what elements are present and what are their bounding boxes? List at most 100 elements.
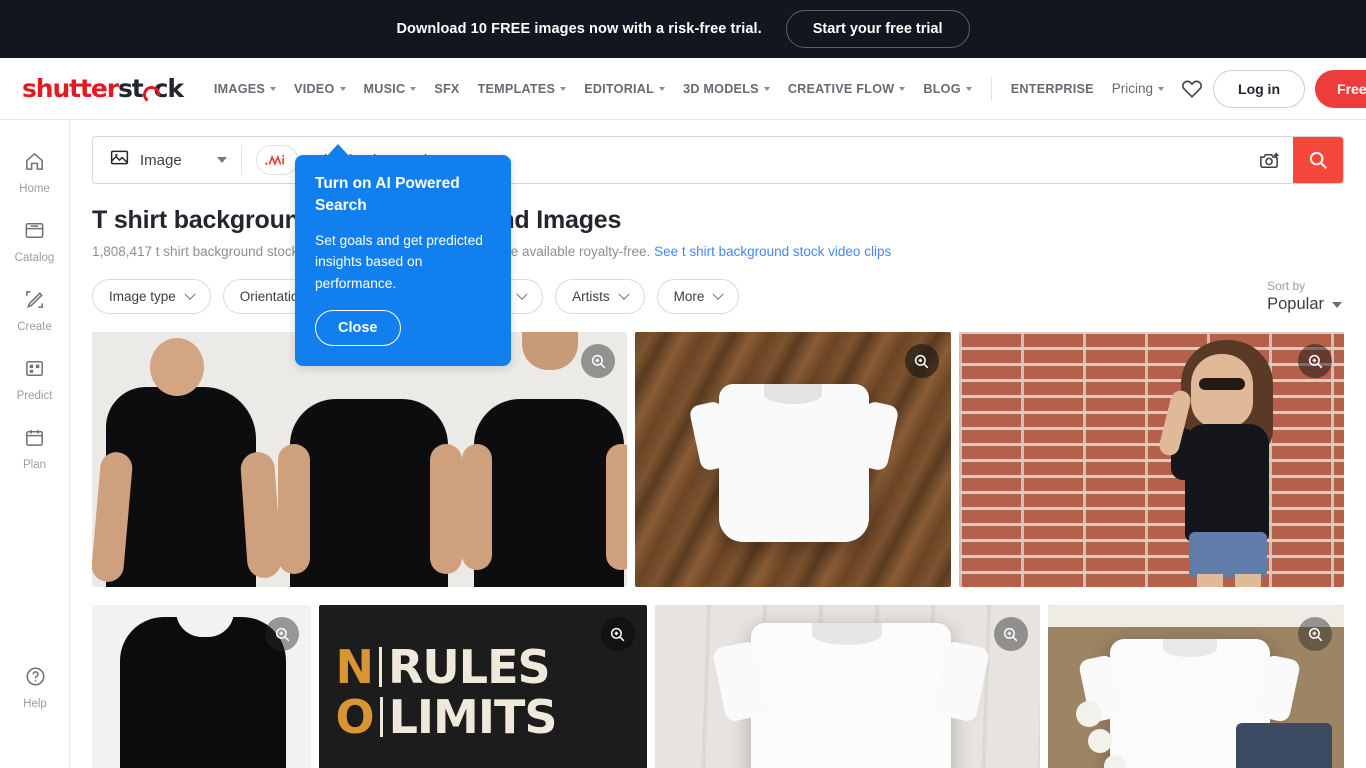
tooltip-close-button[interactable]: Close	[315, 310, 401, 347]
chevron-down-icon	[899, 87, 906, 91]
filter-label: More	[673, 289, 705, 304]
asset-type-dropdown[interactable]: Image	[93, 137, 241, 183]
result-card-three-men-black-tshirts[interactable]	[92, 332, 628, 587]
start-free-trial-button[interactable]: Start your free trial	[785, 10, 970, 48]
asset-type-label: Image	[140, 151, 182, 169]
chevron-down-icon	[1158, 87, 1165, 91]
main-nav: IMAGES VIDEO MUSIC SFX TEMPLATES EDITORI…	[205, 73, 1173, 104]
poster-text: N RULES O LIMITS	[335, 639, 631, 744]
sort-by-value: Popular	[1267, 295, 1324, 313]
nav-item-video[interactable]: VIDEO	[285, 74, 354, 104]
ai-search-tooltip: Turn on AI Powered Search Set goals and …	[295, 143, 511, 367]
poster-line-1: N RULES	[336, 639, 631, 694]
nav-item-sfx[interactable]: SFX	[425, 74, 468, 104]
chevron-down-icon	[659, 87, 666, 91]
zoom-preview-button[interactable]	[265, 617, 300, 651]
nav-item-images[interactable]: IMAGES	[205, 74, 285, 104]
sidebar-item-plan[interactable]: Plan	[0, 414, 70, 483]
nav-label: TEMPLATES	[477, 81, 556, 96]
reverse-image-search-button[interactable]	[1245, 149, 1293, 172]
result-card-black-tshirt-closeup[interactable]	[92, 605, 312, 768]
sort-by-label: Sort by	[1267, 279, 1306, 293]
zoom-preview-button[interactable]	[904, 344, 939, 378]
nav-item-pricing[interactable]: Pricing	[1103, 73, 1173, 104]
nav-label: IMAGES	[213, 81, 266, 96]
filter-artists[interactable]: Artists	[555, 279, 645, 314]
result-thumbnail	[654, 605, 1040, 768]
nav-item-templates[interactable]: TEMPLATES	[469, 74, 576, 104]
result-thumbnail	[958, 332, 1344, 587]
filter-image-type[interactable]: Image type	[92, 279, 211, 314]
nav-item-editorial[interactable]: EDITORIAL	[575, 74, 674, 104]
sidebar-item-create[interactable]: Create	[0, 276, 70, 345]
nav-divider	[990, 76, 992, 101]
chevron-down-icon	[763, 87, 770, 91]
zoom-preview-button[interactable]	[600, 617, 635, 651]
ai-search-toggle[interactable]	[256, 145, 298, 175]
nav-item-blog[interactable]: BLOG	[914, 74, 980, 104]
results-grid-row-2: N RULES O LIMITS	[70, 605, 1366, 768]
tooltip-title: Turn on AI Powered Search	[315, 175, 460, 215]
poster-divider	[379, 696, 383, 737]
shutterstock-logo[interactable]: shutterst ck	[22, 74, 184, 103]
result-thumbnail	[635, 332, 951, 587]
filter-bar: Image type Orientation Color People Arti…	[70, 259, 1366, 314]
nav-label: Pricing	[1111, 81, 1154, 96]
search-bar: Image	[92, 136, 1344, 184]
free-trial-button[interactable]: Free t	[1315, 69, 1366, 108]
poster-word: RULES	[388, 639, 551, 694]
poster-word: LIMITS	[388, 689, 558, 744]
nav-label: ENTERPRISE	[1010, 81, 1094, 96]
sidebar-item-catalog[interactable]: Catalog	[0, 207, 70, 276]
logo-part-2: st	[117, 74, 144, 103]
nav-item-3d-models[interactable]: 3D MODELS	[674, 74, 779, 104]
filter-label: Image type	[109, 289, 176, 304]
nav-label: CREATIVE FLOW	[787, 81, 895, 96]
sidebar-item-predict[interactable]: Predict	[0, 345, 70, 414]
poster-divider	[379, 646, 383, 687]
sidebar-item-label: Home	[19, 183, 50, 195]
sidebar-item-help[interactable]: Help	[0, 653, 70, 722]
result-card-white-tshirt-wood[interactable]	[635, 332, 951, 587]
video-clips-link[interactable]: See t shirt background stock video clips	[654, 244, 891, 259]
chevron-down-icon	[560, 87, 567, 91]
result-thumbnail	[92, 332, 628, 587]
logo-part-1: shutter	[22, 74, 119, 103]
sidebar-item-label: Plan	[22, 459, 47, 471]
predict-icon	[23, 357, 46, 385]
filter-more[interactable]: More	[656, 279, 740, 314]
zoom-preview-button[interactable]	[1298, 344, 1332, 378]
nav-label: EDITORIAL	[584, 81, 655, 96]
poster-word: O	[335, 689, 375, 744]
chevron-down-icon	[618, 288, 630, 300]
zoom-preview-button[interactable]	[1298, 617, 1332, 651]
favorites-heart-icon[interactable]	[1181, 78, 1203, 100]
chevron-down-icon	[184, 288, 196, 300]
chevron-down-icon	[965, 87, 972, 91]
tooltip-body: Set goals and get predicted insights bas…	[315, 232, 483, 291]
left-rail: Home Catalog Create Predict Plan Help	[0, 120, 70, 768]
sort-by-dropdown[interactable]: Popular	[1267, 295, 1342, 314]
results-grid-row-1	[70, 332, 1366, 587]
result-card-white-tshirt-burlap[interactable]	[1047, 605, 1344, 768]
result-card-woman-brick-wall[interactable]	[958, 332, 1344, 587]
chevron-down-icon	[1332, 301, 1342, 308]
zoom-preview-button[interactable]	[581, 344, 616, 378]
main-content: Image t shirt background T shirt backgro…	[70, 120, 1366, 768]
zoom-preview-button[interactable]	[993, 617, 1028, 651]
chevron-down-icon	[217, 157, 227, 163]
home-icon	[23, 150, 46, 178]
nav-item-creative-flow[interactable]: CREATIVE FLOW	[779, 74, 915, 104]
search-submit-button[interactable]	[1293, 137, 1343, 183]
nav-label: BLOG	[923, 81, 961, 96]
create-icon	[23, 288, 46, 316]
site-header: shutterst ck IMAGES VIDEO MUSIC SFX TEMPL…	[0, 58, 1366, 120]
plan-icon	[23, 426, 46, 454]
sidebar-item-home[interactable]: Home	[0, 138, 70, 207]
nav-item-enterprise[interactable]: ENTERPRISE	[1002, 74, 1103, 104]
login-button[interactable]: Log in	[1213, 69, 1306, 108]
result-card-no-rules-no-limits[interactable]: N RULES O LIMITS	[319, 605, 647, 768]
result-card-white-tshirt-wood-light[interactable]	[654, 605, 1040, 768]
nav-item-music[interactable]: MUSIC	[355, 74, 426, 104]
result-thumbnail: N RULES O LIMITS	[319, 605, 647, 768]
